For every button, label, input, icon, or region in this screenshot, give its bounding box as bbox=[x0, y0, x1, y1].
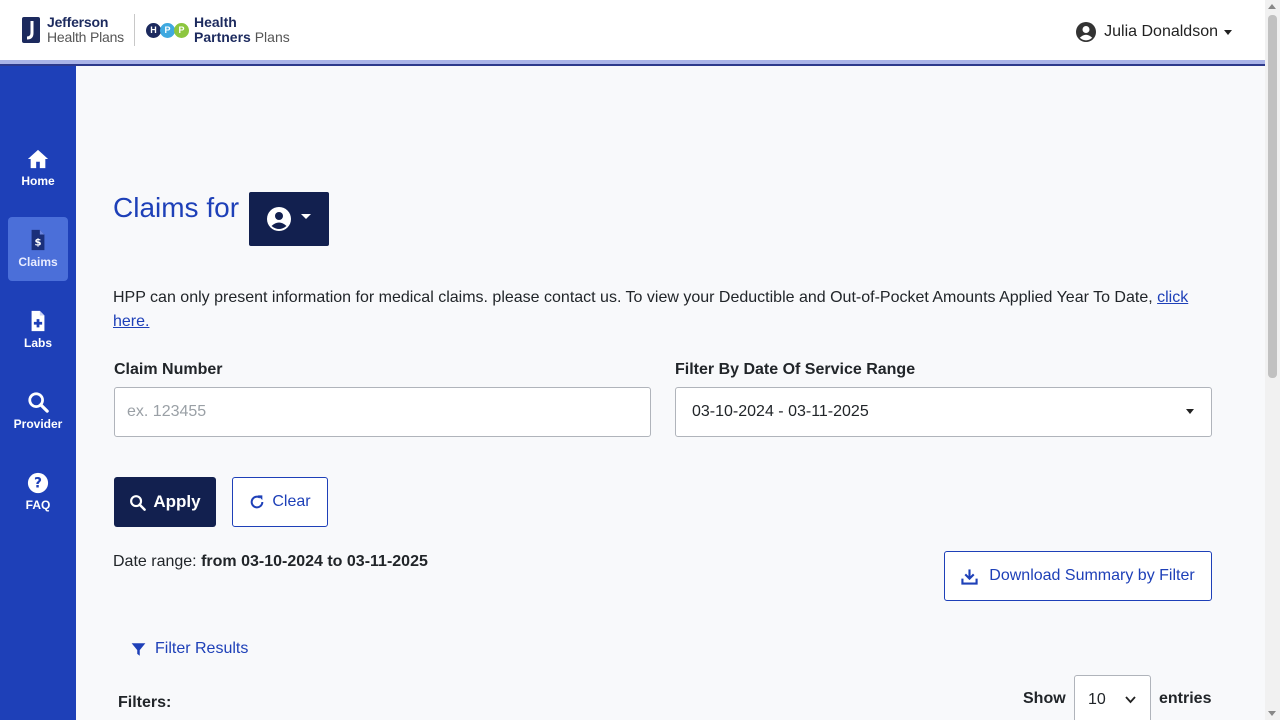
member-select-button[interactable] bbox=[249, 192, 329, 246]
date-range-summary: Date range: from 03-10-2024 to 03-11-202… bbox=[113, 553, 428, 571]
refresh-icon bbox=[251, 495, 264, 509]
date-range-prefix: Date range: bbox=[113, 553, 202, 570]
jefferson-logo[interactable]: Jefferson Health Plans bbox=[22, 15, 124, 45]
download-icon bbox=[961, 568, 978, 585]
info-message: HPP can only present information for med… bbox=[113, 286, 1213, 334]
search-icon bbox=[130, 494, 147, 511]
info-text: HPP can only present information for med… bbox=[113, 289, 1158, 306]
claim-number-label: Claim Number bbox=[114, 361, 223, 378]
sidebar-item-faq[interactable]: ? FAQ bbox=[8, 460, 68, 524]
scroll-up-arrow-icon[interactable] bbox=[1268, 4, 1276, 9]
filter-results-label: Filter Results bbox=[155, 640, 249, 657]
sidebar-item-labs[interactable]: Labs bbox=[8, 298, 68, 362]
brand1-line1: Jefferson bbox=[47, 14, 109, 30]
search-icon bbox=[28, 392, 49, 413]
brand2-line1: Health bbox=[194, 14, 237, 30]
sidebar-item-label: Provider bbox=[13, 417, 63, 431]
filter-icon bbox=[131, 642, 146, 656]
svg-text:$: $ bbox=[34, 238, 41, 249]
sidebar-item-label: Labs bbox=[23, 336, 52, 350]
entries-value: 10 bbox=[1088, 691, 1106, 708]
logo-divider bbox=[134, 14, 135, 46]
date-filter-label: Filter By Date Of Service Range bbox=[675, 361, 916, 378]
sidebar: Home $ Claims Labs Provider ? FAQ bbox=[0, 66, 76, 720]
hpp-circle-2: P bbox=[160, 22, 175, 38]
date-range-text: from 03-10-2024 to 03-11-2025 bbox=[201, 553, 428, 570]
question-icon: ? bbox=[27, 472, 49, 494]
user-name: Julia Donaldson bbox=[1104, 23, 1218, 40]
apply-button-label: Apply bbox=[153, 492, 201, 511]
claim-number-input[interactable] bbox=[114, 387, 651, 437]
entries-select[interactable]: 10 bbox=[1074, 675, 1151, 720]
sidebar-item-provider[interactable]: Provider bbox=[8, 379, 68, 443]
hpp-logo[interactable]: H P P Health Partners Plans bbox=[146, 15, 290, 45]
date-range-value: 03-10-2024 - 03-11-2025 bbox=[692, 403, 869, 420]
claim-document-icon: $ bbox=[31, 229, 45, 251]
brand2-line2-bold: Partners bbox=[194, 29, 251, 45]
entries-label: entries bbox=[1159, 690, 1212, 707]
date-range-select[interactable]: 03-10-2024 - 03-11-2025 bbox=[675, 387, 1212, 437]
top-header: Jefferson Health Plans H P P Health Part… bbox=[0, 0, 1265, 60]
scroll-down-arrow-icon[interactable] bbox=[1268, 711, 1276, 716]
clear-button-label: Clear bbox=[272, 493, 311, 510]
apply-button[interactable]: Apply bbox=[114, 477, 216, 527]
sidebar-item-label: Claims bbox=[18, 255, 58, 269]
hpp-circle-1: H bbox=[146, 22, 161, 38]
filters-heading: Filters: bbox=[118, 694, 172, 711]
hpp-circle-3: P bbox=[174, 22, 189, 38]
header-divider bbox=[0, 60, 1265, 66]
chevron-down-icon bbox=[1125, 696, 1136, 704]
home-icon bbox=[27, 149, 49, 169]
chevron-down-icon bbox=[301, 213, 311, 219]
page-title: Claims for bbox=[113, 192, 240, 223]
user-avatar-icon bbox=[1076, 22, 1097, 42]
sidebar-item-home[interactable]: Home bbox=[8, 136, 68, 200]
user-circle-icon bbox=[267, 207, 291, 231]
sidebar-item-claims[interactable]: $ Claims bbox=[8, 217, 68, 281]
page-scrollbar[interactable] bbox=[1265, 0, 1280, 720]
brand1-line2: Health Plans bbox=[47, 29, 124, 45]
download-summary-button[interactable]: Download Summary by Filter bbox=[944, 551, 1212, 601]
scrollbar-thumb[interactable] bbox=[1268, 15, 1277, 378]
svg-text:?: ? bbox=[34, 476, 42, 492]
chevron-down-icon bbox=[1224, 29, 1232, 35]
lab-document-icon bbox=[31, 310, 45, 332]
sidebar-item-label: FAQ bbox=[25, 498, 51, 512]
hpp-circles: H P P bbox=[146, 22, 189, 38]
download-button-label: Download Summary by Filter bbox=[989, 567, 1195, 584]
brand2-line2-light: Plans bbox=[254, 29, 290, 45]
sidebar-item-label: Home bbox=[21, 174, 55, 188]
show-label: Show bbox=[1023, 690, 1066, 707]
chevron-down-icon bbox=[1186, 409, 1194, 414]
user-menu[interactable]: Julia Donaldson bbox=[1076, 22, 1232, 42]
jefferson-logo-icon bbox=[22, 17, 40, 43]
clear-button[interactable]: Clear bbox=[232, 477, 328, 527]
filter-results-toggle[interactable]: Filter Results bbox=[131, 640, 248, 658]
